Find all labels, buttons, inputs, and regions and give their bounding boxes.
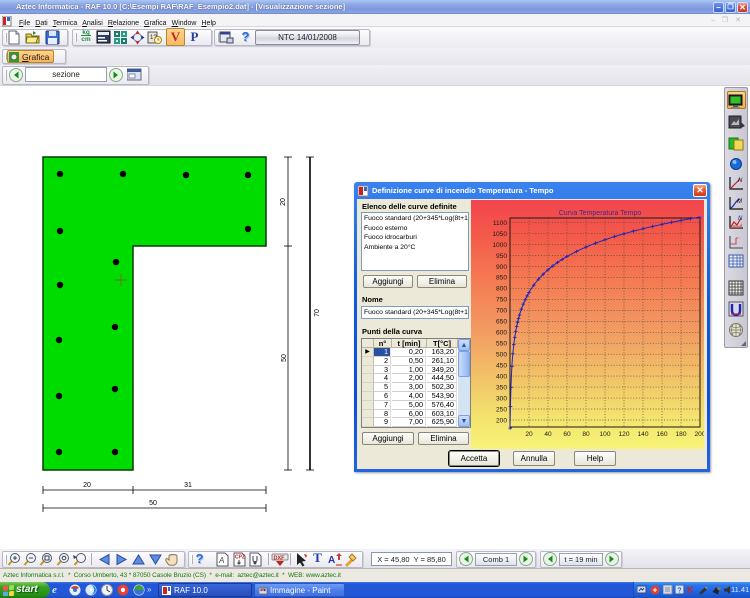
- svg-text:M: M: [737, 199, 742, 205]
- svg-text:Curva Temperatura Tempo: Curva Temperatura Tempo: [559, 210, 642, 217]
- svg-text:650: 650: [496, 319, 507, 326]
- svg-text:1000: 1000: [492, 242, 507, 249]
- svg-text:20: 20: [525, 431, 533, 438]
- svg-text:N: N: [738, 178, 743, 184]
- svg-text:40: 40: [544, 431, 552, 438]
- svg-text:60: 60: [563, 431, 571, 438]
- svg-text:?: ?: [678, 588, 682, 595]
- svg-text:200: 200: [496, 417, 507, 424]
- svg-text:1100: 1100: [493, 220, 508, 227]
- svg-text:700: 700: [496, 308, 507, 315]
- svg-text:400: 400: [496, 373, 507, 380]
- svg-text:950: 950: [496, 253, 507, 260]
- svg-text:160: 160: [656, 431, 667, 438]
- svg-text:500: 500: [496, 352, 507, 359]
- svg-text:31: 31: [184, 482, 192, 489]
- svg-text:550: 550: [496, 341, 507, 348]
- svg-text:200: 200: [694, 431, 704, 438]
- svg-text:750: 750: [496, 297, 507, 304]
- svg-text:300: 300: [496, 395, 507, 402]
- svg-text:350: 350: [496, 384, 507, 391]
- svg-text:850: 850: [496, 275, 507, 282]
- svg-text:N: N: [738, 216, 743, 222]
- svg-text:900: 900: [496, 264, 507, 271]
- svg-text:20: 20: [280, 198, 287, 206]
- svg-text:20: 20: [83, 482, 91, 489]
- svg-text:600: 600: [496, 330, 507, 337]
- svg-text:1050: 1050: [492, 231, 507, 238]
- svg-text:80: 80: [582, 431, 590, 438]
- svg-text:A: A: [328, 555, 335, 566]
- svg-text:100: 100: [599, 431, 610, 438]
- svg-text:CPZ: CPZ: [235, 555, 245, 561]
- svg-text:450: 450: [496, 363, 507, 370]
- svg-text:140: 140: [637, 431, 648, 438]
- svg-text:50: 50: [281, 354, 288, 362]
- svg-text:50: 50: [149, 500, 157, 507]
- svg-text:70: 70: [314, 309, 321, 317]
- svg-text:120: 120: [618, 431, 629, 438]
- svg-text:A: A: [218, 556, 224, 565]
- svg-text:250: 250: [496, 406, 507, 413]
- svg-text:800: 800: [496, 286, 507, 293]
- svg-text:DXF: DXF: [274, 556, 286, 562]
- svg-text:K: K: [687, 585, 694, 595]
- svg-text:180: 180: [675, 431, 686, 438]
